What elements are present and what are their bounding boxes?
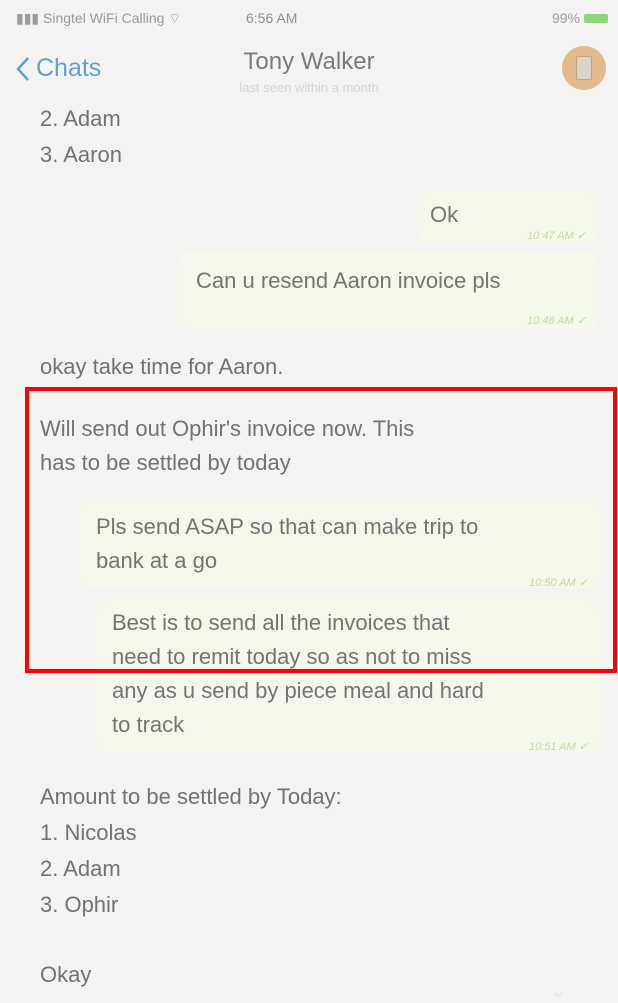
message-timestamp: 10:51 AM ✓ xyxy=(529,741,588,753)
avatar[interactable] xyxy=(562,46,606,90)
avatar-image xyxy=(576,56,592,80)
chat-header: Chats Tony Walker last seen within a mon… xyxy=(0,40,618,102)
message-text: Ok xyxy=(430,202,459,227)
list-item: 3. Aaron xyxy=(40,142,122,167)
battery-icon xyxy=(584,14,608,23)
incoming-message[interactable]: Okay xyxy=(40,958,91,992)
list-item: 2. Adam xyxy=(40,106,121,131)
last-seen-label: last seen within a month xyxy=(239,80,379,95)
status-bar: ▮▮▮ Singtel WiFi Calling ⌔ 6:56 AM 99% xyxy=(0,0,618,40)
incoming-message-line[interactable]: Amount to be settled by Today: xyxy=(40,780,342,814)
battery-percent: 99% xyxy=(551,10,580,26)
message-text: Can u resend Aaron invoice pls xyxy=(196,268,501,293)
carrier-label: ▮▮▮ Singtel WiFi Calling ⌔ xyxy=(16,10,182,26)
outgoing-message[interactable]: Can u resend Aaron invoice pls 10:48 AM … xyxy=(178,252,598,328)
incoming-message[interactable]: okay take time for Aaron. xyxy=(40,350,283,384)
list-item: 2. Adam xyxy=(40,856,121,881)
list-item: 1. Nicolas xyxy=(40,820,137,845)
chevron-down-icon[interactable]: ⌄ xyxy=(550,978,567,1003)
list-item: 3. Ophir xyxy=(40,892,119,917)
message-text: to track xyxy=(112,712,185,737)
message-timestamp: 10:48 AM ✓ xyxy=(527,315,586,327)
message-timestamp: 10:47 AM ✓ xyxy=(527,230,586,242)
message-text: any as u send by piece meal and hard xyxy=(112,678,484,703)
outgoing-message[interactable]: Ok 10:47 AM ✓ xyxy=(418,192,598,242)
contact-name[interactable]: Tony Walker xyxy=(0,48,618,76)
highlight-box xyxy=(25,387,617,673)
clock-label: 6:56 AM xyxy=(246,10,298,26)
